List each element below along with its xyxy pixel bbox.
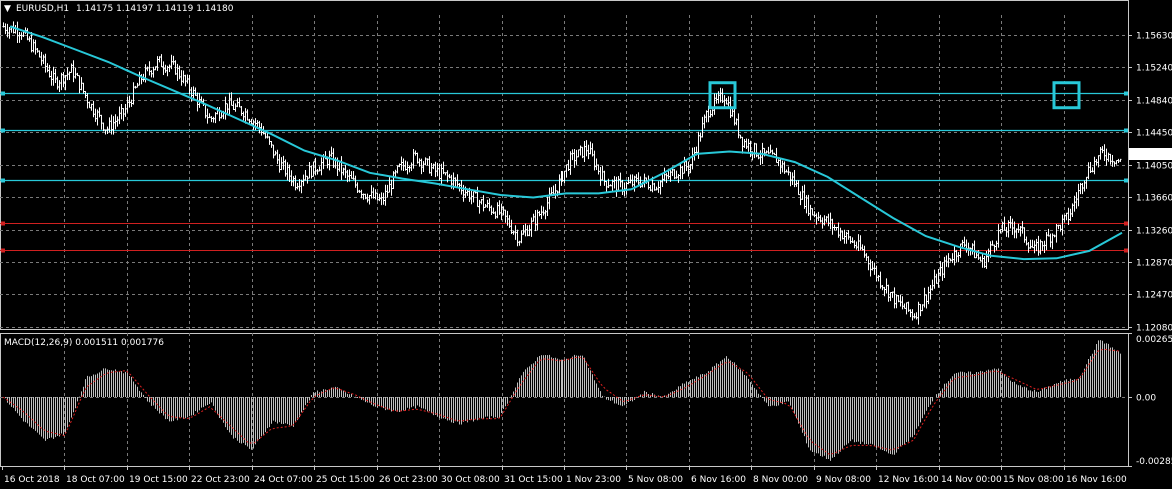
macd-y-tick-label: 0.00 [1136, 394, 1156, 404]
x-tick-label: 16 Nov 16:00 [1066, 475, 1127, 485]
horizontal-line-handle-right[interactable] [1124, 91, 1128, 96]
x-tick-label: 16 Oct 2018 [4, 475, 60, 485]
x-tick-label: 5 Nov 08:00 [628, 475, 683, 485]
x-tick-label: 24 Oct 07:00 [254, 475, 313, 485]
symbol-title-arrow: ▼ [4, 4, 11, 14]
ohlc-readout: 1.14175 1.14197 1.14119 1.14180 [76, 4, 234, 14]
y-tick-label: 1.14450 [1136, 129, 1172, 139]
x-tick-label: 12 Nov 16:00 [878, 475, 939, 485]
horizontal-line-handle-left[interactable] [1, 128, 5, 133]
x-tick-label: 25 Oct 15:00 [316, 475, 375, 485]
horizontal-line-handle-right[interactable] [1124, 248, 1128, 253]
y-tick-label: 1.12870 [1136, 259, 1172, 269]
x-tick-label: 30 Oct 08:00 [441, 475, 500, 485]
x-tick-label: 8 Nov 00:00 [753, 475, 808, 485]
y-tick-label: 1.12470 [1136, 291, 1172, 301]
horizontal-line-handle-right[interactable] [1124, 221, 1128, 226]
x-tick-label: 19 Oct 15:00 [129, 475, 188, 485]
x-tick-label: 1 Nov 23:00 [566, 475, 621, 485]
y-tick-label: 1.13660 [1136, 194, 1172, 204]
x-tick-label: 18 Oct 07:00 [66, 475, 125, 485]
x-tick-label: 6 Nov 16:00 [691, 475, 746, 485]
macd-y-tick-label: 0.002652 [1136, 335, 1172, 345]
y-tick-label: 1.15630 [1136, 32, 1172, 42]
x-tick-label: 31 Oct 15:00 [504, 475, 563, 485]
horizontal-line-handle-left[interactable] [1, 248, 5, 253]
y-tick-label: 1.14840 [1136, 97, 1172, 107]
last-price-label: 1.14180 [1133, 150, 1170, 160]
x-tick-label: 14 Nov 00:00 [941, 475, 1002, 485]
horizontal-line-handle-left[interactable] [1, 178, 5, 183]
horizontal-line-handle-right[interactable] [1124, 128, 1128, 133]
y-tick-label: 1.15240 [1136, 64, 1172, 74]
x-tick-label: 15 Nov 08:00 [1003, 475, 1064, 485]
price-chart[interactable]: 16 Oct 2018 18 Oct 07:00 19 Oct 15:00 22 Oc… [0, 0, 1172, 489]
horizontal-line-handle-right[interactable] [1124, 178, 1128, 183]
x-tick-label: 9 Nov 08:00 [816, 475, 871, 485]
symbol-title: EURUSD,H1 [16, 4, 69, 14]
macd-title: MACD(12,26,9) 0.001511 0.001776 [4, 338, 164, 348]
macd-y-tick-label: -0.002854 [1136, 457, 1172, 467]
y-tick-label: 1.13260 [1136, 227, 1172, 237]
x-tick-label: 22 Oct 23:00 [191, 475, 250, 485]
y-tick-label: 1.14050 [1136, 162, 1172, 172]
horizontal-line-handle-left[interactable] [1, 221, 5, 226]
y-tick-label: 1.12080 [1136, 324, 1172, 334]
x-tick-label: 26 Oct 23:00 [379, 475, 438, 485]
horizontal-line-handle-left[interactable] [1, 91, 5, 96]
